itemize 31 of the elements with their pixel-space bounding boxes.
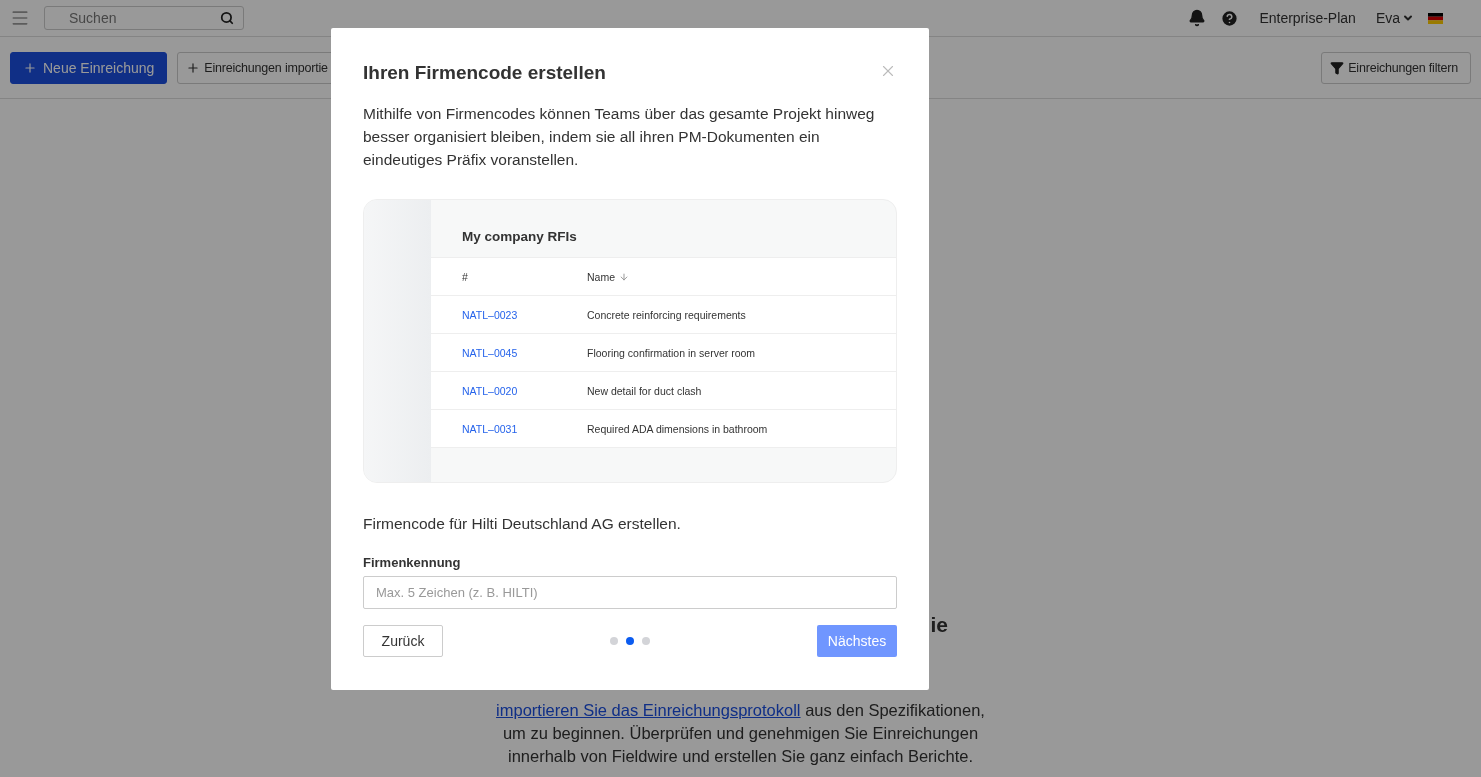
rfi-name: New detail for duct clash: [587, 384, 702, 397]
empty-state-text: importieren Sie das Einreichungsprotokoll aus den Spezifikationen, um zu beginnen. Überprüfen und genehmigen Sie Einreichungen innerhalb von Fieldwire und erstellen Sie ganz einfach Berichte.: [495, 700, 986, 767]
help-icon[interactable]: [1220, 8, 1240, 28]
import-link[interactable]: importieren Sie das Einreichungsprotokoll: [496, 701, 801, 719]
company-id-field[interactable]: Max. 5 Zeichen (z. B. HILTI): [363, 576, 897, 609]
rfi-code-link[interactable]: NATL–0045: [431, 346, 587, 359]
field-label: Firmenkennung: [363, 555, 462, 570]
rfi-name: Required ADA dimensions in bathroom: [587, 422, 768, 435]
search-field[interactable]: Suchen: [44, 6, 244, 30]
rfi-code-link[interactable]: NATL–0023: [431, 308, 587, 321]
filter-icon: [1330, 60, 1345, 75]
back-button[interactable]: Zurück: [363, 625, 443, 657]
rfi-name: Flooring confirmation in server room: [587, 346, 756, 359]
empty-state-heading: ie: [930, 613, 948, 637]
sort-arrow-icon: [619, 271, 629, 282]
search-icon[interactable]: [220, 11, 234, 25]
column-header: #: [461, 270, 469, 283]
plan-label: Enterprise-Plan: [1259, 10, 1356, 26]
rfi-code-link[interactable]: NATL–0020: [431, 384, 587, 397]
new-submission-button[interactable]: Neue Einreichung: [10, 51, 168, 84]
company-text: Firmencode für Hilti Deutschland AG erstellen.: [363, 515, 682, 533]
column-header: Name: [587, 270, 629, 283]
dialog-description: Mithilfe von Firmencodes können Teams über das gesamte Projekt hinweg besser organisiert bleiben, indem sie all ihren PM-Dokumenten ein eindeutiges Präfix voranstellen.: [363, 104, 876, 170]
user-menu[interactable]: Eva: [1375, 10, 1414, 26]
filter-button[interactable]: Einreichungen filtern: [1321, 51, 1471, 84]
plus-icon: [23, 60, 37, 75]
bell-icon[interactable]: [1188, 9, 1207, 27]
flag-icon[interactable]: [1428, 12, 1443, 24]
rfi-code-link[interactable]: NATL–0031: [431, 422, 587, 435]
plus-icon: [186, 60, 201, 75]
rfi-name: Concrete reinforcing requirements: [587, 308, 746, 321]
